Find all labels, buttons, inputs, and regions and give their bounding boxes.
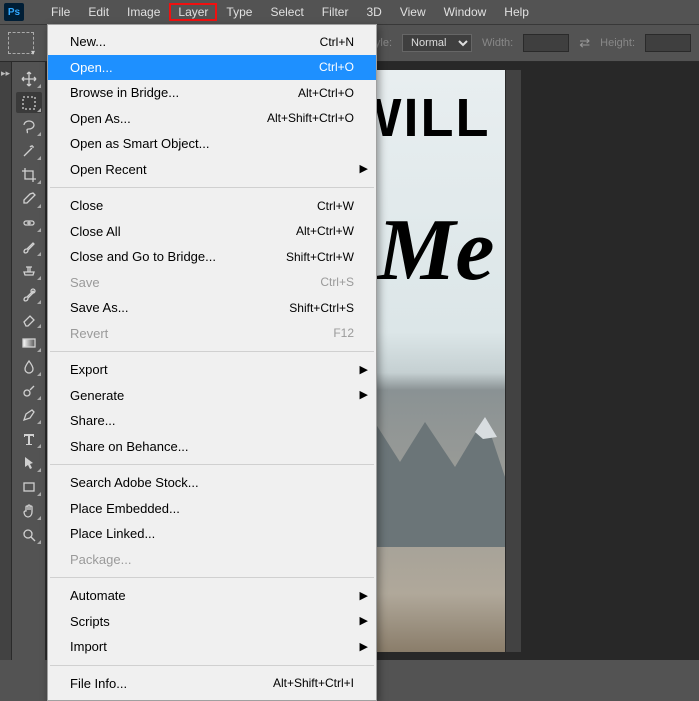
menu-3d[interactable]: 3D (357, 3, 390, 21)
submenu-arrow-icon: ▶ (360, 362, 368, 379)
menu-item-share[interactable]: Share... (48, 408, 376, 434)
menu-item-generate[interactable]: Generate▶ (48, 383, 376, 409)
menu-item-open-recent[interactable]: Open Recent▶ (48, 157, 376, 183)
menu-separator (50, 464, 374, 465)
menu-item-share-on-behance[interactable]: Share on Behance... (48, 434, 376, 460)
tool-marquee[interactable] (16, 92, 42, 113)
menu-item-package: Package... (48, 547, 376, 573)
panel-tab-strip: ▸▸ (0, 62, 12, 660)
menu-type[interactable]: Type (217, 3, 261, 21)
tool-zoom[interactable] (16, 524, 42, 545)
menu-item-close[interactable]: CloseCtrl+W (48, 193, 376, 219)
tool-eyedropper[interactable] (16, 188, 42, 209)
submenu-arrow-icon: ▶ (360, 161, 368, 178)
menu-item-save-as[interactable]: Save As...Shift+Ctrl+S (48, 295, 376, 321)
menu-window[interactable]: Window (435, 3, 496, 21)
menu-item-browse-in-bridge[interactable]: Browse in Bridge...Alt+Ctrl+O (48, 80, 376, 106)
submenu-arrow-icon: ▶ (360, 639, 368, 656)
menu-help[interactable]: Help (495, 3, 538, 21)
tool-move[interactable] (16, 68, 42, 89)
menu-item-scripts[interactable]: Scripts▶ (48, 609, 376, 635)
menu-item-open-as[interactable]: Open As...Alt+Shift+Ctrl+O (48, 106, 376, 132)
menu-view[interactable]: View (391, 3, 435, 21)
tool-spot-heal[interactable] (16, 212, 42, 233)
app-logo: Ps (4, 3, 24, 21)
tool-rectangle[interactable] (16, 476, 42, 497)
tool-crop[interactable] (16, 164, 42, 185)
menu-item-close-and-go-to-bridge[interactable]: Close and Go to Bridge...Shift+Ctrl+W (48, 244, 376, 270)
tool-brush[interactable] (16, 236, 42, 257)
submenu-arrow-icon: ▶ (360, 588, 368, 605)
file-menu-dropdown: New...Ctrl+NOpen...Ctrl+OBrowse in Bridg… (47, 24, 377, 701)
menu-separator (50, 665, 374, 666)
swap-dims-icon[interactable]: ⇄ (579, 35, 590, 51)
tool-type[interactable] (16, 428, 42, 449)
canvas-text-script: Me (377, 200, 494, 301)
menu-item-search-adobe-stock[interactable]: Search Adobe Stock... (48, 470, 376, 496)
submenu-arrow-icon: ▶ (360, 387, 368, 404)
menu-item-place-linked[interactable]: Place Linked... (48, 521, 376, 547)
tool-preset-icon[interactable] (8, 32, 34, 54)
tool-history-brush[interactable] (16, 284, 42, 305)
tool-lasso[interactable] (16, 116, 42, 137)
tool-hand[interactable] (16, 500, 42, 521)
menu-edit[interactable]: Edit (79, 3, 118, 21)
menu-item-automate[interactable]: Automate▶ (48, 583, 376, 609)
vertical-scrollbar[interactable] (505, 70, 521, 652)
width-label: Width: (482, 37, 513, 49)
menu-item-place-embedded[interactable]: Place Embedded... (48, 496, 376, 522)
menu-item-file-info[interactable]: File Info...Alt+Shift+Ctrl+I (48, 671, 376, 697)
menu-item-open[interactable]: Open...Ctrl+O (48, 55, 376, 81)
tool-eraser[interactable] (16, 308, 42, 329)
menu-filter[interactable]: Filter (313, 3, 358, 21)
tool-clone-stamp[interactable] (16, 260, 42, 281)
menu-separator (50, 351, 374, 352)
menu-item-revert: RevertF12 (48, 321, 376, 347)
menu-item-export[interactable]: Export▶ (48, 357, 376, 383)
menu-layer[interactable]: Layer (169, 3, 217, 21)
menu-item-open-as-smart-object[interactable]: Open as Smart Object... (48, 131, 376, 157)
menu-item-new[interactable]: New...Ctrl+N (48, 29, 376, 55)
tool-dodge[interactable] (16, 380, 42, 401)
menu-image[interactable]: Image (118, 3, 169, 21)
height-input[interactable] (645, 34, 691, 52)
menu-item-import[interactable]: Import▶ (48, 634, 376, 660)
menu-file[interactable]: File (42, 3, 79, 21)
menu-separator (50, 577, 374, 578)
tool-gradient[interactable] (16, 332, 42, 353)
submenu-arrow-icon: ▶ (360, 613, 368, 630)
toolbox (12, 62, 46, 660)
tool-blur[interactable] (16, 356, 42, 377)
tool-path-select[interactable] (16, 452, 42, 473)
menubar: Ps FileEditImageLayerTypeSelectFilter3DV… (0, 0, 699, 24)
menu-item-close-all[interactable]: Close AllAlt+Ctrl+W (48, 219, 376, 245)
width-input[interactable] (523, 34, 569, 52)
menu-separator (50, 187, 374, 188)
tool-pen[interactable] (16, 404, 42, 425)
menu-select[interactable]: Select (261, 3, 312, 21)
menu-item-save: SaveCtrl+S (48, 270, 376, 296)
tool-magic-wand[interactable] (16, 140, 42, 161)
height-label: Height: (600, 37, 635, 49)
style-select[interactable]: Normal (402, 34, 472, 52)
